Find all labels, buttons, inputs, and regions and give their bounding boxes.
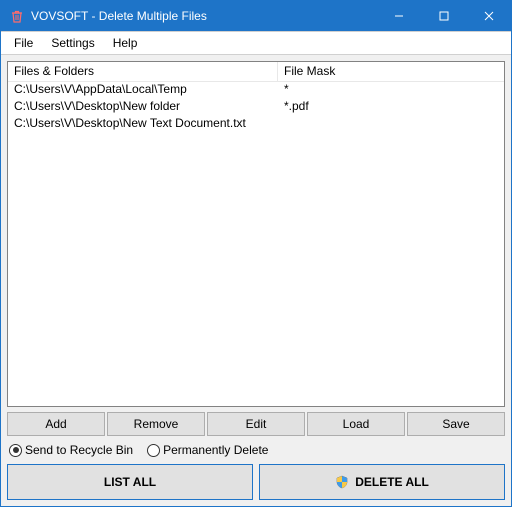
- edit-button[interactable]: Edit: [207, 412, 305, 436]
- radio-recycle-label: Send to Recycle Bin: [25, 443, 133, 457]
- window-controls: [376, 1, 511, 31]
- cell-path: C:\Users\V\Desktop\New folder: [8, 99, 278, 116]
- load-button[interactable]: Load: [307, 412, 405, 436]
- delete-mode-radios: Send to Recycle Bin Permanently Delete: [7, 441, 505, 459]
- radio-permanent-label: Permanently Delete: [163, 443, 268, 457]
- list-item[interactable]: C:\Users\V\Desktop\New Text Document.txt: [8, 116, 504, 133]
- remove-button[interactable]: Remove: [107, 412, 205, 436]
- column-file-mask[interactable]: File Mask: [278, 62, 504, 81]
- content-area: Files & Folders File Mask C:\Users\V\App…: [1, 55, 511, 506]
- save-button[interactable]: Save: [407, 412, 505, 436]
- list-header: Files & Folders File Mask: [8, 62, 504, 82]
- list-all-label: LIST ALL: [104, 475, 156, 489]
- menu-help[interactable]: Help: [104, 33, 147, 53]
- radio-icon: [9, 444, 22, 457]
- cell-path: C:\Users\V\Desktop\New Text Document.txt: [8, 116, 278, 133]
- list-body: C:\Users\V\AppData\Local\Temp*C:\Users\V…: [8, 82, 504, 133]
- list-item[interactable]: C:\Users\V\AppData\Local\Temp*: [8, 82, 504, 99]
- column-files-folders[interactable]: Files & Folders: [8, 62, 278, 81]
- minimize-button[interactable]: [376, 1, 421, 31]
- cell-mask: *.pdf: [278, 99, 504, 116]
- app-trash-icon: [9, 8, 25, 24]
- close-button[interactable]: [466, 1, 511, 31]
- radio-permanent-delete[interactable]: Permanently Delete: [147, 443, 268, 457]
- radio-recycle-bin[interactable]: Send to Recycle Bin: [9, 443, 133, 457]
- cell-mask: *: [278, 82, 504, 99]
- delete-all-label: DELETE ALL: [355, 475, 429, 489]
- uac-shield-icon: [335, 475, 349, 489]
- action-row: LIST ALL DELETE ALL: [7, 464, 505, 500]
- list-all-button[interactable]: LIST ALL: [7, 464, 253, 500]
- window-title: VOVSOFT - Delete Multiple Files: [31, 9, 376, 23]
- cell-mask: [278, 116, 504, 133]
- menu-file[interactable]: File: [5, 33, 42, 53]
- menu-settings[interactable]: Settings: [42, 33, 103, 53]
- cell-path: C:\Users\V\AppData\Local\Temp: [8, 82, 278, 99]
- toolbar-row: Add Remove Edit Load Save: [7, 412, 505, 436]
- maximize-button[interactable]: [421, 1, 466, 31]
- titlebar: VOVSOFT - Delete Multiple Files: [1, 1, 511, 31]
- app-window: VOVSOFT - Delete Multiple Files File Set…: [0, 0, 512, 507]
- delete-all-button[interactable]: DELETE ALL: [259, 464, 505, 500]
- menubar: File Settings Help: [1, 31, 511, 55]
- radio-icon: [147, 444, 160, 457]
- add-button[interactable]: Add: [7, 412, 105, 436]
- file-list[interactable]: Files & Folders File Mask C:\Users\V\App…: [7, 61, 505, 407]
- list-item[interactable]: C:\Users\V\Desktop\New folder*.pdf: [8, 99, 504, 116]
